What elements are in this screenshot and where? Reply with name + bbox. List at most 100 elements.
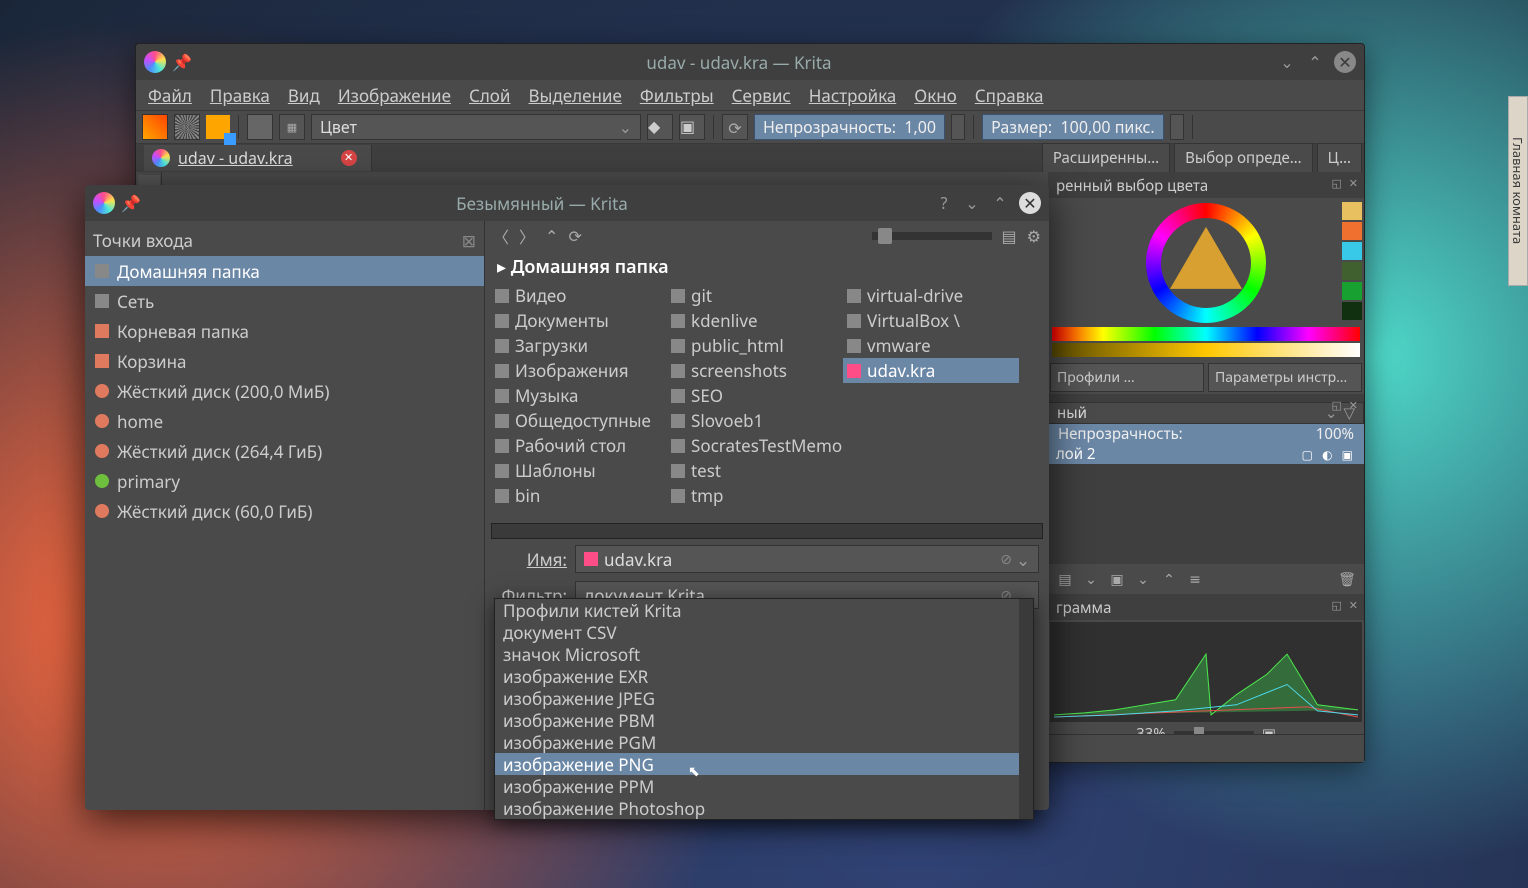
- file-item[interactable]: Slovoeb1: [667, 408, 843, 433]
- filter-option[interactable]: изображение PPM: [495, 775, 1033, 797]
- main-titlebar[interactable]: 📌 udav - udav.kra — Krita ⌄ ⌃ ✕: [136, 44, 1364, 80]
- dock-controls[interactable]: ◱ ✕: [1332, 176, 1360, 191]
- delete-layer-icon[interactable]: 🗑: [1338, 570, 1356, 588]
- icon-size-slider[interactable]: [872, 232, 992, 240]
- filter-option[interactable]: Профили кистей Krita: [495, 599, 1033, 621]
- file-item[interactable]: screenshots: [667, 358, 843, 383]
- menu-help[interactable]: Справка: [975, 84, 1044, 107]
- tab-c[interactable]: Ц…: [1317, 143, 1362, 173]
- file-item[interactable]: Видео: [491, 283, 667, 308]
- swatch[interactable]: [1342, 242, 1362, 260]
- reload-icon[interactable]: ⟳: [722, 114, 748, 140]
- size-field[interactable]: Размер: 100,00 пикс.: [982, 114, 1164, 140]
- blend-mode-dropdown[interactable]: Цвет ⌄: [311, 114, 641, 140]
- place-item[interactable]: home: [85, 406, 484, 436]
- layer-item[interactable]: лой 2 ▢ ◐ ▣: [1048, 444, 1364, 464]
- swatch[interactable]: [1342, 202, 1362, 220]
- add-layer-icon[interactable]: ▤: [1056, 570, 1074, 588]
- swatch[interactable]: [1342, 302, 1362, 320]
- filter-option[interactable]: изображение Photoshop: [495, 797, 1033, 819]
- tab-selector[interactable]: Выбор опреде…: [1174, 143, 1313, 173]
- down-icon[interactable]: ⌄: [1082, 570, 1100, 588]
- menu-view[interactable]: Вид: [288, 84, 320, 107]
- file-item[interactable]: Шаблоны: [491, 458, 667, 483]
- place-item[interactable]: Сеть: [85, 286, 484, 316]
- places-close-icon[interactable]: ⊠: [462, 229, 476, 252]
- document-tab[interactable]: udav - udav.kra ✕: [144, 145, 372, 171]
- brush-editor-icon[interactable]: ▦: [279, 114, 305, 140]
- breadcrumb[interactable]: ▸ Домашняя папка: [485, 251, 1049, 281]
- file-item[interactable]: vmware: [843, 333, 1019, 358]
- settings-icon[interactable]: ⚙: [1027, 225, 1041, 247]
- eraser-icon[interactable]: ◆: [647, 114, 673, 140]
- swatch[interactable]: [1342, 222, 1362, 240]
- menu-layer[interactable]: Слой: [469, 84, 511, 107]
- sat-slider[interactable]: [1052, 343, 1360, 357]
- filter-option[interactable]: изображение PGM: [495, 731, 1033, 753]
- opacity-field[interactable]: Непрозрачность: 1,00: [754, 114, 945, 140]
- layer-opacity-bar[interactable]: Непрозрачность: 100%: [1048, 424, 1364, 444]
- pattern-preset-icon[interactable]: [174, 114, 200, 140]
- menu-edit[interactable]: Правка: [210, 84, 270, 107]
- filter-option[interactable]: значок Microsoft: [495, 643, 1033, 665]
- tab-tool-params[interactable]: Параметры инстр…: [1208, 363, 1362, 392]
- edge-panel-tab[interactable]: Главная комната: [1508, 96, 1528, 286]
- file-item[interactable]: Общедоступные: [491, 408, 667, 433]
- tab-advanced[interactable]: Расширенны…: [1042, 143, 1170, 173]
- file-item[interactable]: Рабочий стол: [491, 433, 667, 458]
- file-item[interactable]: virtual-drive: [843, 283, 1019, 308]
- place-item[interactable]: Домашняя папка: [85, 256, 484, 286]
- pin-icon[interactable]: 📌: [172, 51, 192, 73]
- place-item[interactable]: Жёсткий диск (60,0 ГиБ): [85, 496, 484, 526]
- file-item[interactable]: SEO: [667, 383, 843, 408]
- filter-option[interactable]: изображение PNG: [495, 753, 1033, 775]
- place-item[interactable]: Корзина: [85, 346, 484, 376]
- filter-option[interactable]: документ CSV: [495, 621, 1033, 643]
- file-item[interactable]: VirtualBox \: [843, 308, 1019, 333]
- place-item[interactable]: Жёсткий диск (200,0 МиБ): [85, 376, 484, 406]
- menu-filters[interactable]: Фильтры: [640, 84, 714, 107]
- dropdown-scrollbar[interactable]: [1019, 599, 1033, 819]
- file-item[interactable]: test: [667, 458, 843, 483]
- swatch[interactable]: [1342, 282, 1362, 300]
- place-item[interactable]: primary: [85, 466, 484, 496]
- close-icon[interactable]: ✕: [1019, 192, 1041, 214]
- file-item[interactable]: tmp: [667, 483, 843, 508]
- dock-controls[interactable]: ◱ ✕: [1332, 598, 1360, 613]
- horizontal-scrollbar[interactable]: [491, 523, 1043, 539]
- file-list[interactable]: ВидеоДокументыЗагрузкиИзображенияМузыкаО…: [485, 281, 1049, 521]
- alpha-lock-icon[interactable]: ▣: [679, 114, 705, 140]
- fg-bg-color-icon[interactable]: [206, 115, 230, 139]
- filename-input[interactable]: udav.kra ⊘ ⌄: [575, 545, 1039, 573]
- pin-icon[interactable]: 📌: [121, 192, 141, 214]
- file-dialog-titlebar[interactable]: 📌 Безымянный — Krita ? ⌄ ⌃ ✕: [85, 185, 1049, 221]
- menu-settings[interactable]: Настройка: [809, 84, 897, 107]
- menu-file[interactable]: Файл: [148, 84, 192, 107]
- file-item[interactable]: Музыка: [491, 383, 667, 408]
- file-item[interactable]: Изображения: [491, 358, 667, 383]
- properties-icon[interactable]: ≡: [1186, 570, 1204, 588]
- minimize-icon[interactable]: ⌄: [963, 192, 981, 214]
- chevron-down-icon[interactable]: ⌄: [1016, 548, 1030, 571]
- view-mode-icon[interactable]: ▤: [1002, 225, 1017, 247]
- tab-close-icon[interactable]: ✕: [341, 150, 357, 166]
- layer-flags[interactable]: ▢ ◐ ▣: [1302, 446, 1356, 463]
- place-item[interactable]: Корневая папка: [85, 316, 484, 346]
- minimize-icon[interactable]: ⌄: [1278, 51, 1296, 73]
- filter-dropdown-list[interactable]: Профили кистей Kritaдокумент CSVзначок M…: [494, 598, 1034, 820]
- menu-image[interactable]: Изображение: [338, 84, 451, 107]
- layer-blend-dropdown[interactable]: ный ⌄ ▽: [1048, 402, 1364, 424]
- opacity-spinner[interactable]: [951, 114, 965, 140]
- file-item[interactable]: public_html: [667, 333, 843, 358]
- color-triangle[interactable]: [1170, 226, 1242, 288]
- close-icon[interactable]: ✕: [1334, 51, 1356, 73]
- duplicate-icon[interactable]: ▣: [1108, 570, 1126, 588]
- move-down-icon[interactable]: ⌄: [1134, 570, 1152, 588]
- brush-preset-icon[interactable]: [247, 114, 273, 140]
- place-item[interactable]: Жёсткий диск (264,4 ГиБ): [85, 436, 484, 466]
- maximize-icon[interactable]: ⌃: [991, 192, 1009, 214]
- menu-window[interactable]: Окно: [914, 84, 957, 107]
- tab-profiles[interactable]: Профили …: [1050, 363, 1204, 392]
- clear-icon[interactable]: ⊘: [1000, 550, 1012, 569]
- maximize-icon[interactable]: ⌃: [1306, 51, 1324, 73]
